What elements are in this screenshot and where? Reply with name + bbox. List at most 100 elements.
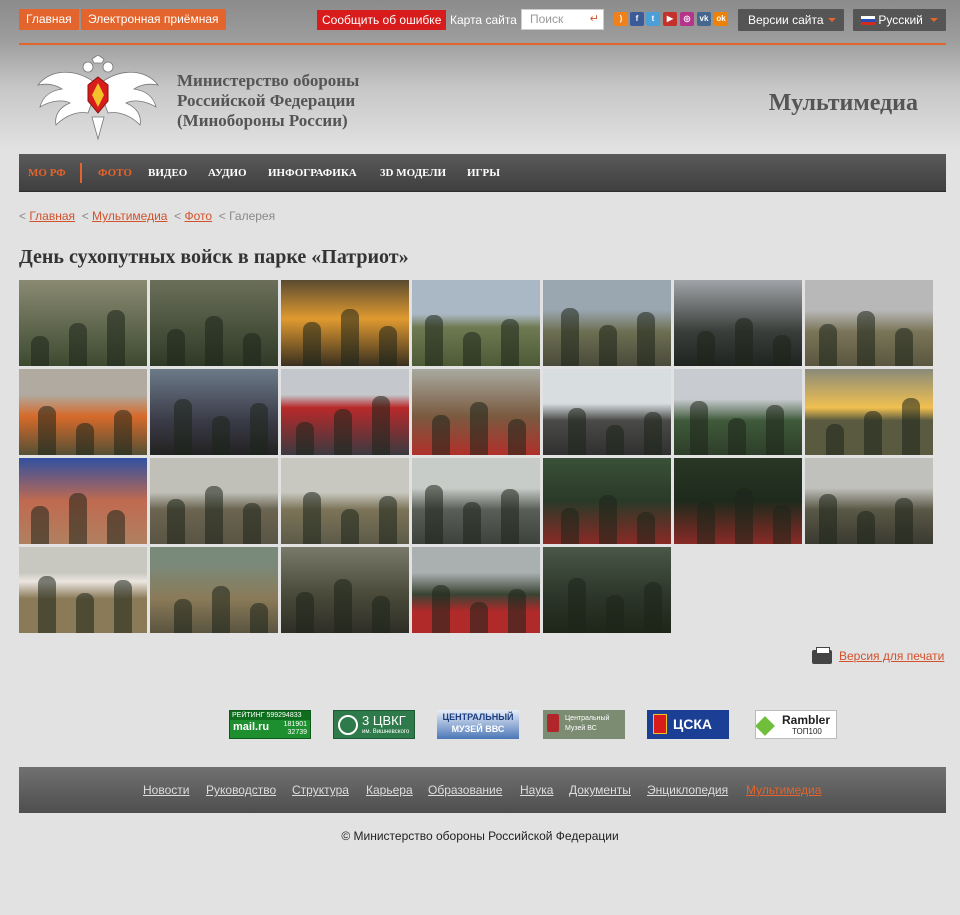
gallery-photo-thumbnail[interactable]: [281, 458, 409, 544]
rss-icon[interactable]: ): [614, 12, 628, 26]
gallery-photo-thumbnail[interactable]: [281, 369, 409, 455]
gallery-photo-thumbnail[interactable]: [805, 369, 933, 455]
ministry-name-line2: Российской Федерации: [177, 91, 356, 110]
photo-figure-shape: [31, 506, 49, 544]
breadcrumb-home[interactable]: Главная: [29, 209, 75, 223]
photo-figure-shape: [243, 333, 261, 366]
copyright: © Министерство обороны Российской Федера…: [341, 829, 619, 843]
photo-figure-shape: [205, 486, 223, 544]
footer-link-leadership[interactable]: Руководство: [206, 783, 276, 797]
photo-figure-shape: [606, 595, 624, 633]
footer-link-science[interactable]: Наука: [520, 783, 553, 797]
photo-figure-shape: [644, 412, 662, 455]
breadcrumb-multimedia[interactable]: Мультимедиа: [92, 209, 167, 223]
gallery-photo-thumbnail[interactable]: [281, 280, 409, 366]
gallery-photo-thumbnail[interactable]: [19, 369, 147, 455]
photo-figure-shape: [334, 579, 352, 633]
photo-figure-shape: [107, 510, 125, 544]
central-museum-banner[interactable]: Центральный Музей ВС: [543, 710, 625, 739]
site-versions-dropdown[interactable]: Версии сайта: [738, 9, 844, 31]
gallery-photo-thumbnail[interactable]: [674, 458, 802, 544]
print-version-link[interactable]: Версия для печати: [839, 649, 944, 663]
nav-item-infographics[interactable]: ИНФОГРАФИКА: [268, 154, 357, 192]
nav-item-3d-models[interactable]: 3D МОДЕЛИ: [380, 154, 446, 192]
footer-link-encyclopedia[interactable]: Энциклопедия: [647, 783, 728, 797]
odnoklassniki-icon[interactable]: ok: [714, 12, 728, 26]
gallery-photo-thumbnail[interactable]: [543, 547, 671, 633]
photo-figure-shape: [857, 311, 875, 366]
printer-icon[interactable]: [812, 647, 832, 664]
photo-figure-shape: [470, 402, 488, 455]
gallery-photo-thumbnail[interactable]: [150, 458, 278, 544]
footer-link-news[interactable]: Новости: [143, 783, 189, 797]
gallery-photo-thumbnail[interactable]: [150, 369, 278, 455]
rambler-name: Rambler: [782, 713, 831, 727]
photo-figure-shape: [606, 425, 624, 455]
gallery-photo-thumbnail[interactable]: [543, 369, 671, 455]
photo-figure-shape: [296, 592, 314, 633]
footer-link-multimedia[interactable]: Мультимедиа: [746, 783, 821, 797]
gallery-photo-thumbnail[interactable]: [543, 280, 671, 366]
gallery-photo-thumbnail[interactable]: [150, 547, 278, 633]
enter-icon[interactable]: ↵: [590, 10, 599, 29]
gallery-photo-thumbnail[interactable]: [412, 369, 540, 455]
vvs-museum-banner[interactable]: ЦЕНТРАЛЬНЫЙ МУЗЕЙ ВВС: [437, 710, 519, 739]
gallery-photo-thumbnail[interactable]: [543, 458, 671, 544]
main-nav: МО РФ ФОТО ВИДЕО АУДИО ИНФОГРАФИКА 3D МО…: [19, 154, 946, 192]
youtube-icon[interactable]: ▶: [663, 12, 677, 26]
home-button[interactable]: Главная: [19, 9, 79, 30]
photo-figure-shape: [561, 308, 579, 366]
cvkg-banner[interactable]: 3 ЦВКГ им. Вишневского: [333, 710, 415, 739]
nav-item-games[interactable]: ИГРЫ: [467, 154, 500, 192]
gallery-photo-thumbnail[interactable]: [150, 280, 278, 366]
instagram-icon[interactable]: ◎: [680, 12, 694, 26]
gallery-photo-thumbnail[interactable]: [412, 280, 540, 366]
gallery-photo-thumbnail[interactable]: [674, 369, 802, 455]
chevron-down-icon: [828, 18, 836, 22]
nav-item-photo[interactable]: ФОТО: [98, 154, 132, 192]
sitemap-link[interactable]: Карта сайта: [450, 11, 517, 29]
nav-item-audio[interactable]: АУДИО: [208, 154, 247, 192]
photo-figure-shape: [107, 310, 125, 366]
ministry-emblem-logo[interactable]: [36, 55, 160, 141]
photo-figure-shape: [69, 493, 87, 544]
gallery-photo-thumbnail[interactable]: [805, 458, 933, 544]
nav-item-mo-rf[interactable]: МО РФ: [28, 154, 66, 192]
russian-flag-icon: [861, 16, 875, 25]
gallery-photo-thumbnail[interactable]: [19, 280, 147, 366]
language-dropdown[interactable]: Русский: [853, 9, 946, 31]
rambler-top: ТОП100: [792, 727, 822, 736]
footer-link-education[interactable]: Образование: [428, 783, 502, 797]
museum-line2: Музей ВС: [565, 725, 597, 732]
nav-item-video[interactable]: ВИДЕО: [148, 154, 187, 192]
photo-figure-shape: [38, 576, 56, 633]
gallery-photo-thumbnail[interactable]: [281, 547, 409, 633]
gallery-photo-thumbnail[interactable]: [19, 458, 147, 544]
electronic-reception-button[interactable]: Электронная приёмная: [81, 9, 226, 30]
cska-banner[interactable]: ЦСКА: [647, 710, 729, 739]
photo-figure-shape: [69, 323, 87, 366]
footer-link-career[interactable]: Карьера: [366, 783, 413, 797]
breadcrumb-photo[interactable]: Фото: [184, 209, 212, 223]
vk-icon[interactable]: vk: [697, 12, 711, 26]
report-error-button[interactable]: Сообщить об ошибке: [317, 10, 447, 30]
ministry-name-line1: Министерство обороны: [177, 71, 360, 90]
facebook-icon[interactable]: f: [630, 12, 644, 26]
mail-rating-banner[interactable]: РЕЙТИНГ 599294833 mail.ru 181901 32739: [229, 710, 311, 739]
photo-figure-shape: [637, 312, 655, 366]
photo-figure-shape: [212, 416, 230, 455]
footer-link-documents[interactable]: Документы: [569, 783, 631, 797]
gallery-photo-thumbnail[interactable]: [674, 280, 802, 366]
twitter-icon[interactable]: t: [646, 12, 660, 26]
cvkg-name: 3 ЦВКГ: [362, 713, 406, 728]
nav-separator: [80, 163, 82, 183]
search-input[interactable]: Поиск ↵: [521, 9, 604, 30]
gallery-photo-thumbnail[interactable]: [412, 547, 540, 633]
gallery-photo-thumbnail[interactable]: [412, 458, 540, 544]
gallery-photo-thumbnail[interactable]: [805, 280, 933, 366]
ministry-name[interactable]: Министерство обороны Российской Федераци…: [177, 71, 359, 131]
rambler-top100-banner[interactable]: Rambler ТОП100: [755, 710, 837, 739]
footer-link-structure[interactable]: Структура: [292, 783, 349, 797]
gallery-photo-thumbnail[interactable]: [19, 547, 147, 633]
photo-figure-shape: [379, 326, 397, 366]
